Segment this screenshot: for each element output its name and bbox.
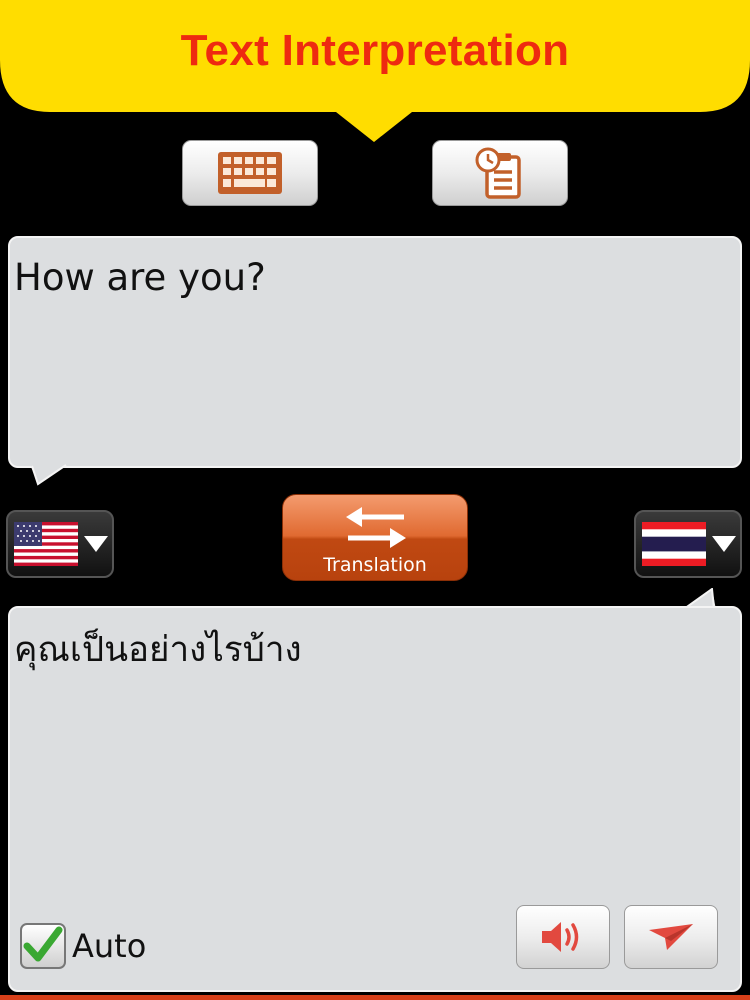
- speaker-icon: [542, 922, 579, 952]
- send-button[interactable]: [624, 905, 718, 969]
- history-button[interactable]: [432, 140, 568, 206]
- clipboard-history-icon: [475, 147, 521, 199]
- source-language-selector[interactable]: [6, 510, 114, 578]
- header: Text Interpretation: [0, 0, 750, 145]
- us-flag-icon: [14, 522, 78, 566]
- target-text: คุณเป็นอย่างไรบ้าง: [14, 630, 302, 670]
- paper-plane-icon: [649, 924, 693, 950]
- page-title: Text Interpretation: [180, 26, 570, 75]
- keyboard-icon: [218, 152, 282, 194]
- chevron-down-icon: [84, 536, 108, 552]
- auto-toggle[interactable]: Auto: [20, 921, 146, 971]
- auto-label: Auto: [72, 927, 147, 965]
- translate-label: Translation: [323, 554, 427, 576]
- thailand-flag-icon: [642, 522, 706, 566]
- speak-button[interactable]: [516, 905, 610, 969]
- keyboard-button[interactable]: [182, 140, 318, 206]
- swap-arrows-icon: [346, 507, 406, 548]
- translate-button[interactable]: Translation: [282, 494, 468, 581]
- source-text-panel[interactable]: How are you?: [8, 236, 742, 468]
- source-text: How are you?: [14, 256, 266, 299]
- checkmark-icon: [23, 926, 63, 962]
- target-language-selector[interactable]: [634, 510, 742, 578]
- chevron-down-icon: [712, 536, 736, 552]
- bottom-bar: [0, 995, 750, 1000]
- auto-checkbox[interactable]: [20, 923, 66, 969]
- source-bubble-tail: [30, 464, 67, 486]
